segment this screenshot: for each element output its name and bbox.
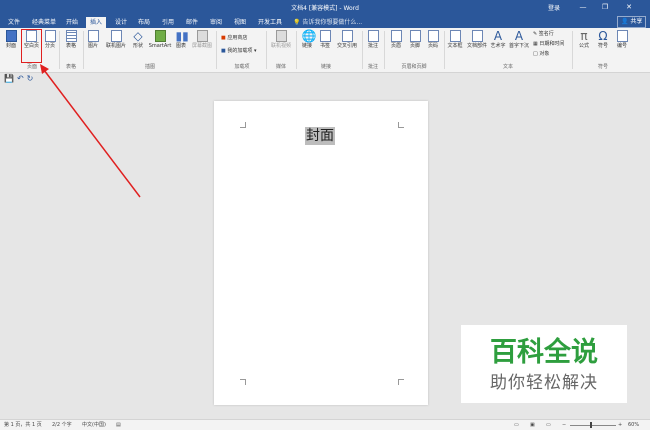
zoom-slider-thumb[interactable] <box>590 422 592 428</box>
zoom-slider[interactable] <box>570 425 616 426</box>
annotation-arrow <box>40 64 141 198</box>
status-bar: 第 1 页，共 1 页 2/2 个字 中文(中国) ▤ ▭ ▣ ▭ − + 60… <box>0 419 650 430</box>
